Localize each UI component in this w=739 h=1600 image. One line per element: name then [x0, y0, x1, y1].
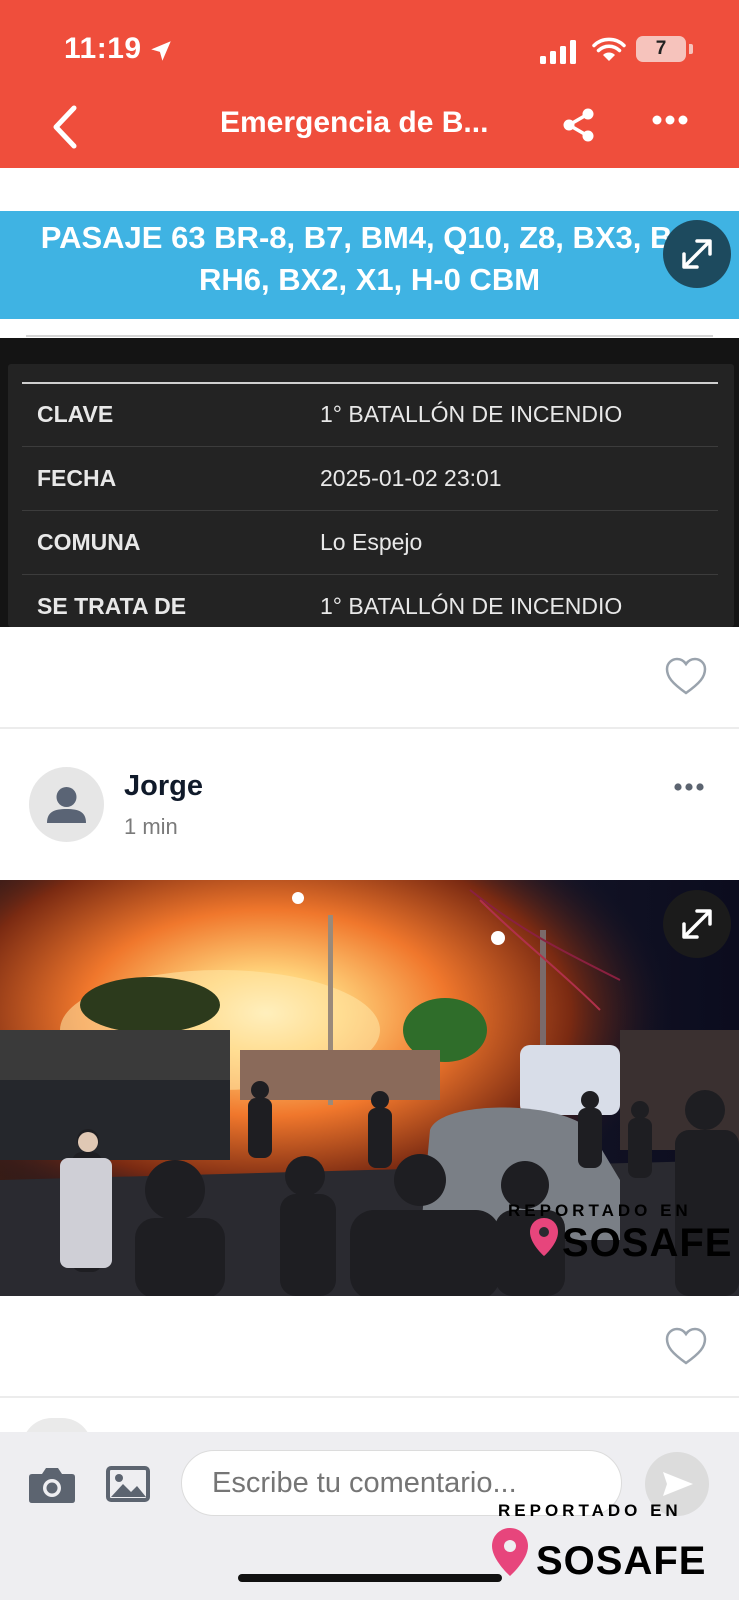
battery-level: 7	[655, 38, 667, 59]
location-arrow-icon	[151, 41, 171, 61]
page-title: Emergencia de B...	[220, 106, 489, 139]
fire-scene-image: REPORTADO EN SOSAFE	[0, 880, 739, 1296]
section-divider	[0, 1396, 739, 1398]
divider	[26, 335, 713, 337]
detail-key-tipo: SE TRATA DE	[37, 593, 187, 619]
watermark-brand: SOSAFE	[562, 1221, 732, 1265]
watermark-reported: REPORTADO EN	[508, 1201, 692, 1220]
detail-value-fecha: 2025-01-02 23:01	[320, 465, 502, 491]
app-header	[0, 0, 739, 168]
home-indicator	[238, 1574, 502, 1582]
detail-value-clave: 1° BATALLÓN DE INCENDIO	[320, 401, 623, 427]
row-divider	[22, 510, 718, 511]
like-heart-icon[interactable]	[664, 1326, 708, 1366]
sosafe-watermark: REPORTADO EN SOSAFE	[492, 1501, 706, 1583]
row-divider	[22, 574, 718, 575]
user-icon	[47, 787, 86, 823]
status-time: 11:19	[64, 32, 142, 65]
row-divider	[22, 446, 718, 447]
watermark-reported: REPORTADO EN	[498, 1501, 682, 1520]
battery-tip	[689, 44, 693, 54]
section-divider	[0, 727, 739, 729]
post-time: 1 min	[124, 814, 178, 839]
watermark-brand: SOSAFE	[536, 1539, 706, 1583]
gallery-icon[interactable]	[106, 1466, 150, 1502]
expand-photo-button[interactable]	[663, 890, 731, 958]
fire-photo[interactable]: REPORTADO EN SOSAFE	[0, 880, 739, 1296]
post-options-icon[interactable]	[674, 782, 704, 792]
detail-value-tipo: 1° BATALLÓN DE INCENDIO	[320, 593, 623, 619]
more-options-icon[interactable]	[652, 114, 688, 126]
post-author[interactable]: Jorge	[124, 770, 203, 803]
signal-icon	[540, 40, 576, 64]
like-heart-icon[interactable]	[664, 656, 708, 696]
detail-key-clave: CLAVE	[37, 401, 114, 427]
share-icon[interactable]	[562, 108, 596, 142]
expand-icon	[682, 239, 712, 269]
back-chevron-icon[interactable]	[50, 104, 80, 150]
camera-icon[interactable]	[28, 1464, 76, 1504]
expand-banner-button[interactable]	[663, 220, 731, 288]
avatar[interactable]	[29, 767, 104, 842]
detail-value-comuna: Lo Espejo	[320, 529, 423, 555]
table-divider	[22, 382, 718, 384]
wifi-icon	[592, 37, 626, 61]
address-text: PASAJE 63 BR-8, B7, BM4, Q10, Z8, BX3, B…	[40, 220, 699, 297]
detail-key-fecha: FECHA	[37, 465, 117, 491]
expand-icon	[682, 909, 712, 939]
detail-key-comuna: COMUNA	[37, 529, 141, 555]
